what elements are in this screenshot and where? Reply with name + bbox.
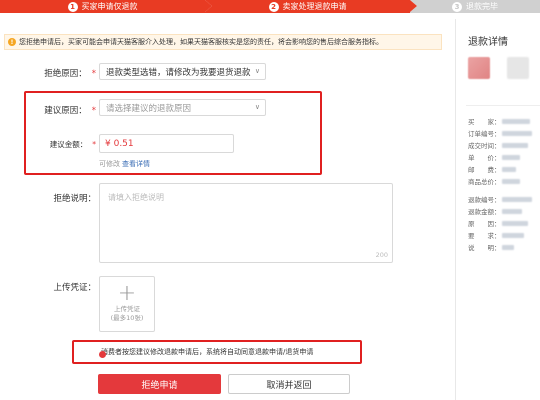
detail-key: 单 价： bbox=[468, 154, 501, 162]
detail-row-note: 说 明： bbox=[468, 242, 540, 252]
redacted-value bbox=[502, 118, 530, 124]
suggest-reason-label-text: 建议原因： bbox=[44, 106, 87, 116]
detail-key: 要 求： bbox=[468, 232, 501, 240]
redacted-value bbox=[502, 130, 532, 136]
step-3-number: 3 bbox=[452, 1, 462, 12]
detail-row-total-price: 商品总价： bbox=[468, 176, 540, 186]
step-2-label: 卖家处理退款申请 bbox=[282, 2, 347, 11]
suggest-amount-input[interactable]: ¥ 0.51 bbox=[99, 134, 234, 153]
detail-key: 订单编号： bbox=[468, 130, 501, 138]
detail-row-order-no: 订单编号： bbox=[468, 128, 540, 138]
reject-desc-textarea[interactable]: 请填入拒绝说明 200 bbox=[99, 183, 393, 263]
suggest-reason-label: 建议原因： * bbox=[34, 104, 96, 116]
step-2: 2 卖家处理退款申请 bbox=[205, 0, 417, 13]
reject-reason-label: 拒绝原因： * bbox=[40, 67, 96, 79]
char-counter: 200 bbox=[375, 251, 388, 259]
alert-dot-icon bbox=[99, 351, 106, 358]
upload-evidence-button[interactable]: + 上传凭证 (最多10张) bbox=[99, 276, 155, 332]
edit-hint-text: 可修改 bbox=[99, 160, 120, 168]
detail-key: 成交时间： bbox=[468, 142, 501, 150]
suggest-amount-label: 建议金额： * bbox=[40, 139, 96, 150]
panel-separator bbox=[466, 105, 540, 106]
required-mark: * bbox=[91, 69, 96, 79]
chevron-down-icon: ∨ bbox=[254, 103, 260, 111]
detail-key: 退款金额： bbox=[468, 208, 501, 216]
product-thumbnail bbox=[468, 57, 490, 79]
detail-row-deal-time: 成交时间： bbox=[468, 140, 540, 150]
warning-icon: ! bbox=[8, 38, 16, 46]
consumer-note-box: 消费者按您建议修改退款申请后，系统将自动同意退款申请/退货申请 bbox=[72, 340, 362, 364]
refund-details-title: 退款详情 bbox=[468, 37, 508, 48]
redacted-value bbox=[502, 244, 514, 250]
detail-key: 原 因： bbox=[468, 220, 501, 228]
reject-desc-label: 拒绝说明： bbox=[53, 194, 96, 204]
detail-row-refund-amount: 退款金额： bbox=[468, 206, 540, 216]
redacted-value bbox=[502, 208, 522, 214]
upload-text: 上传凭证 bbox=[114, 305, 140, 313]
detail-key: 退款编号： bbox=[468, 196, 501, 204]
required-mark: * bbox=[92, 140, 96, 149]
detail-row-unit-price: 单 价： bbox=[468, 152, 540, 162]
plus-icon: + bbox=[117, 281, 137, 306]
step-2-number: 2 bbox=[268, 1, 279, 12]
warning-notice: ! 您拒绝申请后，买家可能会申请天猫客服介入处理，如果天猫客服核实是您的责任，将… bbox=[4, 34, 442, 50]
cancel-return-button[interactable]: 取消并返回 bbox=[228, 374, 350, 394]
upload-label: 上传凭证： bbox=[53, 283, 96, 293]
detail-key: 买 家： bbox=[468, 118, 501, 126]
detail-key: 说 明： bbox=[468, 244, 501, 252]
suggest-amount-label-text: 建议金额： bbox=[49, 140, 88, 149]
upload-limit: (最多10张) bbox=[110, 314, 144, 322]
reject-reason-label-text: 拒绝原因： bbox=[44, 69, 87, 79]
view-details-link[interactable]: 查看详情 bbox=[122, 160, 150, 168]
detail-key: 邮 费： bbox=[468, 166, 501, 174]
reject-button[interactable]: 拒绝申请 bbox=[98, 374, 221, 394]
detail-row-reason: 原 因： bbox=[468, 218, 540, 228]
progress-steps: 1 买家申请仅退款 2 卖家处理退款申请 3 退款完毕 bbox=[0, 0, 540, 13]
warning-text: 您拒绝申请后，买家可能会申请天猫客服介入处理，如果天猫客服核实是您的责任，将会影… bbox=[19, 38, 383, 46]
chevron-down-icon: ∨ bbox=[254, 67, 260, 75]
consumer-note-text: 消费者按您建议修改退款申请后，系统将自动同意退款申请/退货申请 bbox=[101, 348, 314, 356]
redacted-value bbox=[502, 178, 520, 184]
detail-row-refund-no: 退款编号： bbox=[468, 194, 540, 204]
redacted-value bbox=[502, 220, 528, 226]
detail-row-buyer: 买 家： bbox=[468, 116, 540, 126]
detail-row-request: 要 求： bbox=[468, 230, 540, 240]
required-mark: * bbox=[91, 106, 96, 116]
step-1-number: 1 bbox=[67, 1, 78, 12]
redacted-value bbox=[502, 154, 520, 160]
redacted-value bbox=[502, 166, 516, 172]
step-1-label: 买家申请仅退款 bbox=[81, 2, 138, 11]
suggest-amount-value: ¥ 0.51 bbox=[105, 138, 134, 149]
reject-reason-select[interactable]: 退款类型选错，请修改为我要退货退款 ∨ bbox=[99, 63, 266, 80]
redacted-value bbox=[502, 196, 532, 202]
reject-reason-value: 退款类型选错，请修改为我要退货退款 bbox=[106, 67, 251, 78]
detail-key: 商品总价： bbox=[468, 178, 501, 186]
redacted-value bbox=[502, 142, 528, 148]
reject-desc-placeholder: 请填入拒绝说明 bbox=[108, 193, 164, 202]
suggest-reason-placeholder: 请选择建议的退款原因 bbox=[106, 103, 192, 114]
amount-edit-hint: 可修改 查看详情 bbox=[99, 159, 150, 169]
product-thumbnail-secondary bbox=[507, 57, 529, 79]
panel-divider bbox=[455, 19, 456, 400]
detail-row-postage: 邮 费： bbox=[468, 164, 540, 174]
step-1: 1 买家申请仅退款 bbox=[0, 0, 212, 13]
step-3: 3 退款完毕 bbox=[410, 0, 540, 13]
redacted-value bbox=[502, 232, 524, 238]
step-3-label: 退款完毕 bbox=[466, 2, 498, 11]
suggest-reason-select[interactable]: 请选择建议的退款原因 ∨ bbox=[99, 99, 266, 116]
